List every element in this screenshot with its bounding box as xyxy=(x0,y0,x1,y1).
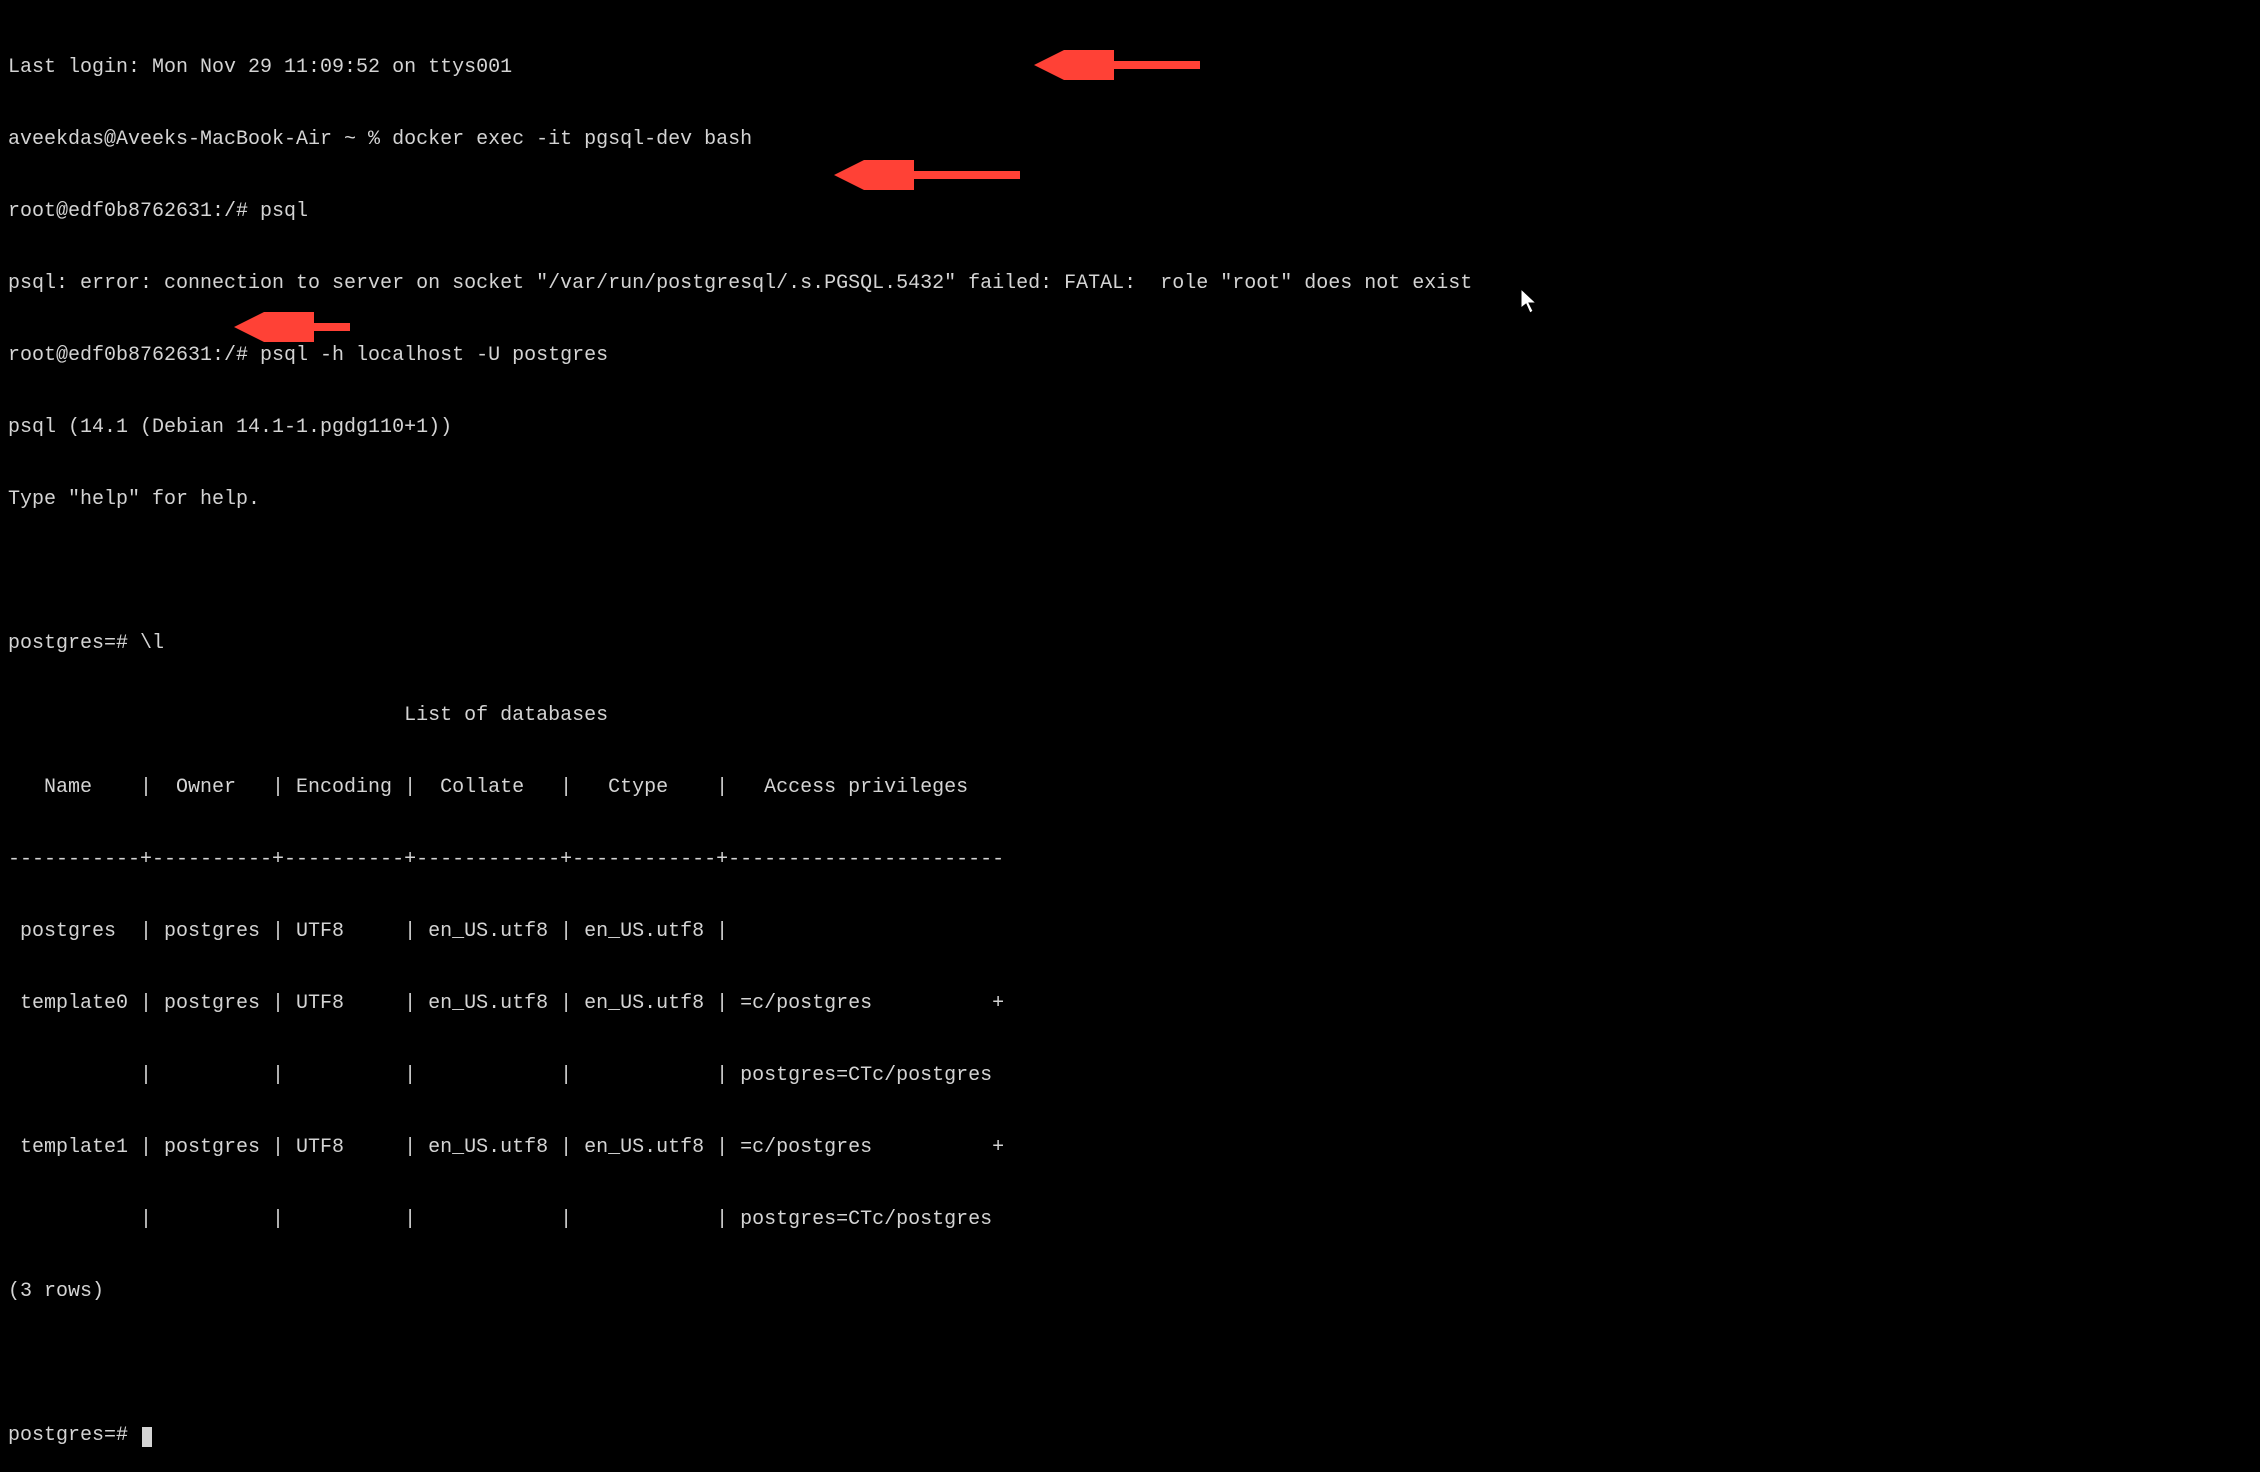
terminal-cursor xyxy=(142,1427,152,1447)
terminal-line xyxy=(8,1352,2252,1376)
terminal-line: Type "help" for help. xyxy=(8,488,2252,512)
terminal-line xyxy=(8,560,2252,584)
terminal-line: postgres | postgres | UTF8 | en_US.utf8 … xyxy=(8,920,2252,944)
terminal-line: | | | | | postgres=CTc/postgres xyxy=(8,1208,2252,1232)
terminal-line: aveekdas@Aveeks-MacBook-Air ~ % docker e… xyxy=(8,128,2252,152)
terminal-prompt-line: postgres=# xyxy=(8,1424,2252,1448)
terminal-line: root@edf0b8762631:/# psql xyxy=(8,200,2252,224)
terminal-window[interactable]: Last login: Mon Nov 29 11:09:52 on ttys0… xyxy=(8,8,2252,1472)
terminal-line: Name | Owner | Encoding | Collate | Ctyp… xyxy=(8,776,2252,800)
terminal-prompt-text: postgres=# xyxy=(8,1424,140,1447)
terminal-line: psql: error: connection to server on soc… xyxy=(8,272,2252,296)
terminal-line: -----------+----------+----------+------… xyxy=(8,848,2252,872)
terminal-line: root@edf0b8762631:/# psql -h localhost -… xyxy=(8,344,2252,368)
terminal-line: | | | | | postgres=CTc/postgres xyxy=(8,1064,2252,1088)
terminal-line: psql (14.1 (Debian 14.1-1.pgdg110+1)) xyxy=(8,416,2252,440)
terminal-line: List of databases xyxy=(8,704,2252,728)
terminal-line: template0 | postgres | UTF8 | en_US.utf8… xyxy=(8,992,2252,1016)
terminal-line: (3 rows) xyxy=(8,1280,2252,1304)
terminal-line: template1 | postgres | UTF8 | en_US.utf8… xyxy=(8,1136,2252,1160)
terminal-line: Last login: Mon Nov 29 11:09:52 on ttys0… xyxy=(8,56,2252,80)
terminal-line: postgres=# \l xyxy=(8,632,2252,656)
